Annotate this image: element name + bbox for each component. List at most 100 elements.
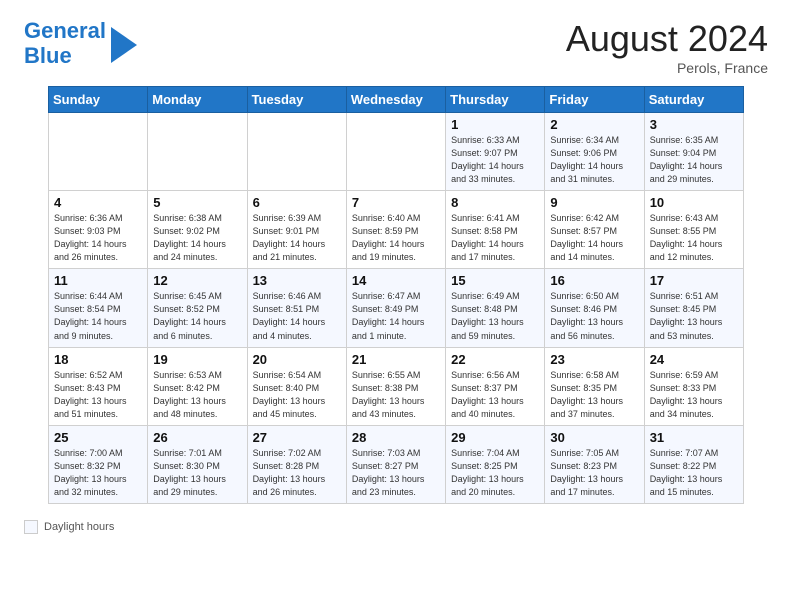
day-info: Sunrise: 6:56 AM Sunset: 8:37 PM Dayligh… bbox=[451, 369, 539, 421]
day-info: Sunrise: 6:59 AM Sunset: 8:33 PM Dayligh… bbox=[650, 369, 738, 421]
day-info: Sunrise: 7:03 AM Sunset: 8:27 PM Dayligh… bbox=[352, 447, 440, 499]
empty-cell bbox=[247, 113, 346, 191]
day-info: Sunrise: 6:54 AM Sunset: 8:40 PM Dayligh… bbox=[253, 369, 341, 421]
day-info: Sunrise: 6:45 AM Sunset: 8:52 PM Dayligh… bbox=[153, 290, 241, 342]
day-cell-8: 8Sunrise: 6:41 AM Sunset: 8:58 PM Daylig… bbox=[446, 191, 545, 269]
day-info: Sunrise: 6:43 AM Sunset: 8:55 PM Dayligh… bbox=[650, 212, 738, 264]
day-number: 8 bbox=[451, 195, 539, 210]
col-header-thursday: Thursday bbox=[446, 87, 545, 113]
day-cell-25: 25 Sunrise: 7:00 AM Sunset: 8:32 PM Dayli… bbox=[49, 425, 148, 503]
day-info: Sunrise: 7:02 AM Sunset: 8:28 PM Dayligh… bbox=[253, 447, 341, 499]
day-info: Sunrise: 7:01 AM Sunset: 8:30 PM Dayligh… bbox=[153, 447, 241, 499]
day-number: 20 bbox=[253, 352, 341, 367]
legend-label: Daylight hours bbox=[44, 521, 114, 533]
day-number: 16 bbox=[550, 273, 638, 288]
col-header-friday: Friday bbox=[545, 87, 644, 113]
col-header-wednesday: Wednesday bbox=[346, 87, 445, 113]
col-header-tuesday: Tuesday bbox=[247, 87, 346, 113]
day-cell-24: 24 Sunrise: 6:59 AM Sunset: 8:33 PM Dayli… bbox=[644, 347, 743, 425]
day-number: 31 bbox=[650, 430, 738, 445]
day-info: Sunrise: 6:42 AM Sunset: 8:57 PM Dayligh… bbox=[550, 212, 638, 264]
day-cell-1: 1 Sunrise: 6:33 AM Sunset: 9:07 PM Daylig… bbox=[446, 113, 545, 191]
day-cell-23: 23 Sunrise: 6:58 AM Sunset: 8:35 PM Dayli… bbox=[545, 347, 644, 425]
day-info: Sunrise: 6:38 AM Sunset: 9:02 PM Dayligh… bbox=[153, 212, 241, 264]
day-number: 9 bbox=[550, 195, 638, 210]
empty-cell bbox=[148, 113, 247, 191]
day-info: Sunrise: 6:55 AM Sunset: 8:38 PM Dayligh… bbox=[352, 369, 440, 421]
day-cell-13: 13 Sunrise: 6:46 AM Sunset: 8:51 PM Dayli… bbox=[247, 269, 346, 347]
day-cell-19: 19 Sunrise: 6:53 AM Sunset: 8:42 PM Dayli… bbox=[148, 347, 247, 425]
day-number: 17 bbox=[650, 273, 738, 288]
day-number: 26 bbox=[153, 430, 241, 445]
logo-text: GeneralBlue bbox=[24, 18, 106, 69]
day-cell-7: 7Sunrise: 6:40 AM Sunset: 8:59 PM Daylig… bbox=[346, 191, 445, 269]
logo-arrow-icon bbox=[111, 27, 137, 63]
day-info: Sunrise: 6:46 AM Sunset: 8:51 PM Dayligh… bbox=[253, 290, 341, 342]
day-number: 3 bbox=[650, 117, 738, 132]
day-cell-14: 14Sunrise: 6:47 AM Sunset: 8:49 PM Dayli… bbox=[346, 269, 445, 347]
day-number: 15 bbox=[451, 273, 539, 288]
day-info: Sunrise: 6:34 AM Sunset: 9:06 PM Dayligh… bbox=[550, 134, 638, 186]
logo: GeneralBlue bbox=[24, 18, 137, 69]
day-info: Sunrise: 6:52 AM Sunset: 8:43 PM Dayligh… bbox=[54, 369, 142, 421]
day-number: 25 bbox=[54, 430, 142, 445]
day-number: 19 bbox=[153, 352, 241, 367]
day-number: 12 bbox=[153, 273, 241, 288]
empty-cell bbox=[49, 113, 148, 191]
day-cell-2: 2 Sunrise: 6:34 AM Sunset: 9:06 PM Daylig… bbox=[545, 113, 644, 191]
day-number: 18 bbox=[54, 352, 142, 367]
day-cell-21: 21 Sunrise: 6:55 AM Sunset: 8:38 PM Dayli… bbox=[346, 347, 445, 425]
day-cell-20: 20 Sunrise: 6:54 AM Sunset: 8:40 PM Dayli… bbox=[247, 347, 346, 425]
day-number: 11 bbox=[54, 273, 142, 288]
day-info: Sunrise: 6:40 AM Sunset: 8:59 PM Dayligh… bbox=[352, 212, 440, 264]
day-cell-16: 16 Sunrise: 6:50 AM Sunset: 8:46 PM Dayli… bbox=[545, 269, 644, 347]
day-cell-18: 18 Sunrise: 6:52 AM Sunset: 8:43 PM Dayli… bbox=[49, 347, 148, 425]
day-cell-4: 4Sunrise: 6:36 AM Sunset: 9:03 PM Daylig… bbox=[49, 191, 148, 269]
day-cell-9: 9 Sunrise: 6:42 AM Sunset: 8:57 PM Daylig… bbox=[545, 191, 644, 269]
day-info: Sunrise: 6:49 AM Sunset: 8:48 PM Dayligh… bbox=[451, 290, 539, 342]
day-number: 1 bbox=[451, 117, 539, 132]
day-cell-29: 29 Sunrise: 7:04 AM Sunset: 8:25 PM Dayli… bbox=[446, 425, 545, 503]
day-number: 21 bbox=[352, 352, 440, 367]
day-number: 10 bbox=[650, 195, 738, 210]
day-cell-22: 22 Sunrise: 6:56 AM Sunset: 8:37 PM Dayli… bbox=[446, 347, 545, 425]
day-number: 13 bbox=[253, 273, 341, 288]
day-info: Sunrise: 7:04 AM Sunset: 8:25 PM Dayligh… bbox=[451, 447, 539, 499]
day-number: 28 bbox=[352, 430, 440, 445]
title-block: August 2024 Perols, France bbox=[566, 18, 768, 76]
day-info: Sunrise: 6:50 AM Sunset: 8:46 PM Dayligh… bbox=[550, 290, 638, 342]
calendar-table: SundayMondayTuesdayWednesdayThursdayFrid… bbox=[48, 86, 744, 504]
col-header-monday: Monday bbox=[148, 87, 247, 113]
day-cell-15: 15 Sunrise: 6:49 AM Sunset: 8:48 PM Dayli… bbox=[446, 269, 545, 347]
day-info: Sunrise: 6:36 AM Sunset: 9:03 PM Dayligh… bbox=[54, 212, 142, 264]
day-cell-17: 17 Sunrise: 6:51 AM Sunset: 8:45 PM Dayli… bbox=[644, 269, 743, 347]
day-number: 5 bbox=[153, 195, 241, 210]
month-title: August 2024 bbox=[566, 18, 768, 60]
day-info: Sunrise: 6:58 AM Sunset: 8:35 PM Dayligh… bbox=[550, 369, 638, 421]
day-info: Sunrise: 6:53 AM Sunset: 8:42 PM Dayligh… bbox=[153, 369, 241, 421]
day-cell-27: 27Sunrise: 7:02 AM Sunset: 8:28 PM Dayli… bbox=[247, 425, 346, 503]
day-cell-6: 6Sunrise: 6:39 AM Sunset: 9:01 PM Daylig… bbox=[247, 191, 346, 269]
location: Perols, France bbox=[566, 60, 768, 76]
day-cell-10: 10 Sunrise: 6:43 AM Sunset: 8:55 PM Dayli… bbox=[644, 191, 743, 269]
day-number: 29 bbox=[451, 430, 539, 445]
day-cell-3: 3 Sunrise: 6:35 AM Sunset: 9:04 PM Daylig… bbox=[644, 113, 743, 191]
day-info: Sunrise: 7:05 AM Sunset: 8:23 PM Dayligh… bbox=[550, 447, 638, 499]
day-info: Sunrise: 6:35 AM Sunset: 9:04 PM Dayligh… bbox=[650, 134, 738, 186]
day-number: 14 bbox=[352, 273, 440, 288]
col-header-saturday: Saturday bbox=[644, 87, 743, 113]
day-number: 2 bbox=[550, 117, 638, 132]
day-number: 23 bbox=[550, 352, 638, 367]
legend-box bbox=[24, 520, 38, 534]
day-info: Sunrise: 6:51 AM Sunset: 8:45 PM Dayligh… bbox=[650, 290, 738, 342]
day-info: Sunrise: 7:00 AM Sunset: 8:32 PM Dayligh… bbox=[54, 447, 142, 499]
day-number: 22 bbox=[451, 352, 539, 367]
day-number: 24 bbox=[650, 352, 738, 367]
day-info: Sunrise: 7:07 AM Sunset: 8:22 PM Dayligh… bbox=[650, 447, 738, 499]
day-cell-31: 31 Sunrise: 7:07 AM Sunset: 8:22 PM Dayli… bbox=[644, 425, 743, 503]
legend: Daylight hours bbox=[0, 514, 792, 540]
day-cell-5: 5 Sunrise: 6:38 AM Sunset: 9:02 PM Daylig… bbox=[148, 191, 247, 269]
day-number: 6 bbox=[253, 195, 341, 210]
day-number: 30 bbox=[550, 430, 638, 445]
day-info: Sunrise: 6:33 AM Sunset: 9:07 PM Dayligh… bbox=[451, 134, 539, 186]
